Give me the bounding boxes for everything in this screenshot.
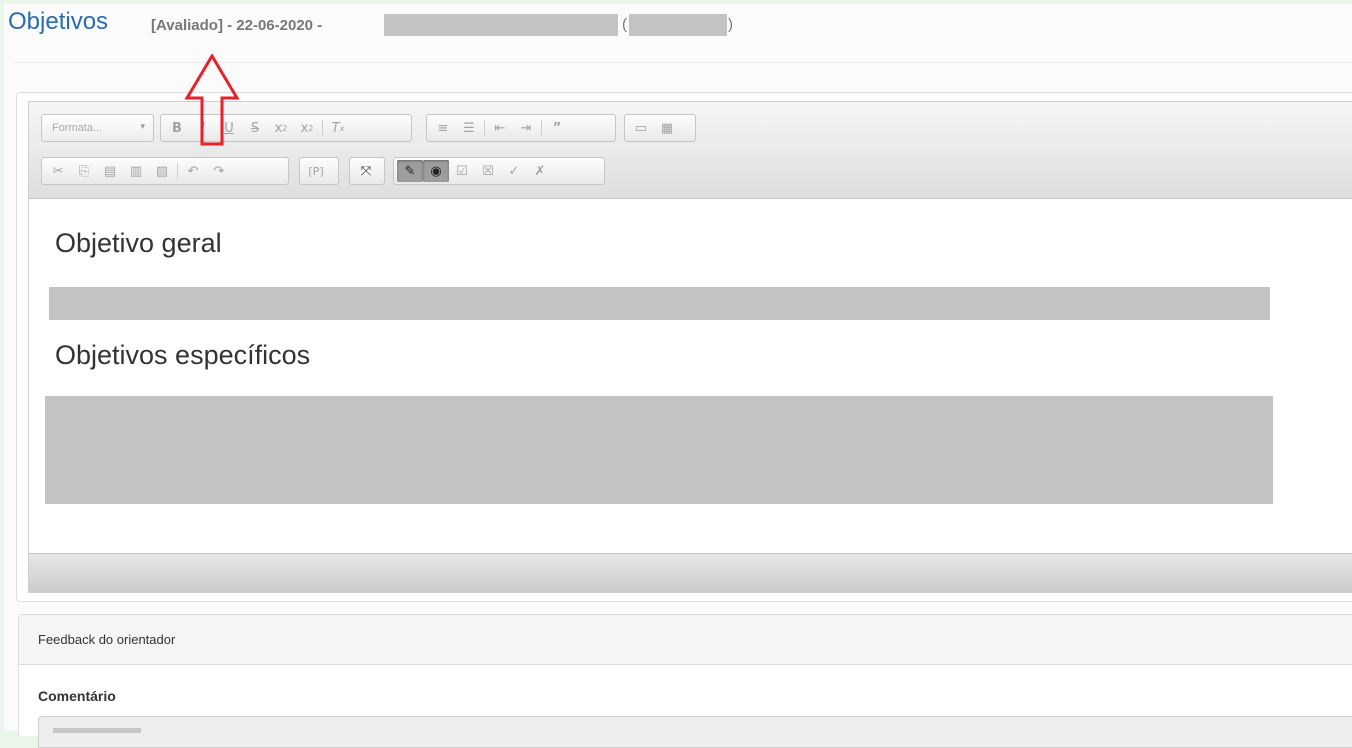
editor-statusbar (29, 553, 1352, 592)
format-select-label: Formata... (52, 122, 103, 134)
maximize-icon[interactable]: ⤧ (353, 160, 379, 182)
paste-text-icon[interactable]: ▥ (123, 160, 149, 182)
redacted-student-id (629, 14, 727, 36)
accept-all-icon[interactable]: ✓ (501, 160, 527, 182)
toolbar-group-tracking: ✎ ◉ ☑ ☒ ✓ ✗ (393, 157, 605, 185)
status-badge: [Avaliado] - 22-06-2020 - (151, 17, 323, 34)
page: Objetivos [Avaliado] - 22-06-2020 - ( ) … (4, 4, 1352, 748)
redacted-general-objective (49, 287, 1270, 320)
paste-icon[interactable]: ▤ (97, 160, 123, 182)
table-icon[interactable]: ▦ (654, 117, 680, 139)
rich-text-editor[interactable]: Formata... ▾ B I U S x2 x2 Tx ≡ ☰ ⇤ ⇥ ” … (28, 101, 1352, 593)
toolbar-group-paragraph: ≡ ☰ ⇤ ⇥ ” (426, 114, 616, 142)
feedback-panel: Feedback do orientador Comentário (18, 614, 1352, 748)
heading-objetivos-especificos: Objetivos específicos (55, 340, 311, 370)
strike-button[interactable]: S (242, 117, 268, 139)
show-changes-icon[interactable]: ◉ (423, 160, 449, 182)
cut-icon[interactable]: ✂ (45, 160, 71, 182)
blockquote-icon[interactable]: ” (544, 117, 570, 139)
feedback-panel-title: Feedback do orientador (19, 615, 1352, 665)
toolbar-separator (322, 120, 323, 136)
comment-label: Comentário (38, 688, 116, 704)
format-select[interactable]: Formata... ▾ (41, 114, 154, 142)
copy-icon[interactable]: ⎘ (71, 160, 97, 182)
toolbar-group-clipboard: ✂ ⎘ ▤ ▥ ▧ ↶ ↷ (41, 157, 289, 185)
paren-close: ) (728, 16, 733, 33)
undo-icon[interactable]: ↶ (180, 160, 206, 182)
paste-word-icon[interactable]: ▧ (149, 160, 175, 182)
toolbar-separator (177, 163, 178, 179)
chevron-down-icon: ▾ (140, 121, 145, 131)
annotation-arrow-icon (184, 54, 240, 146)
objectives-panel: Formata... ▾ B I U S x2 x2 Tx ≡ ☰ ⇤ ⇥ ” … (16, 92, 1352, 602)
comment-field[interactable] (38, 716, 1352, 748)
toolbar-separator (541, 120, 542, 136)
toolbar-separator (484, 120, 485, 136)
toolbar-group-styles: [P] (299, 157, 339, 185)
redacted-student-name (384, 14, 618, 36)
redacted-specific-objectives (45, 396, 1273, 504)
numbered-list-icon[interactable]: ≡ (430, 117, 456, 139)
outdent-icon[interactable]: ⇤ (487, 117, 513, 139)
superscript-button[interactable]: x2 (294, 117, 320, 139)
track-changes-icon[interactable]: ✎ (397, 160, 423, 182)
reject-change-icon[interactable]: ☒ (475, 160, 501, 182)
subscript-button[interactable]: x2 (268, 117, 294, 139)
paren-open: ( (622, 16, 627, 33)
page-title: Objetivos (8, 8, 109, 35)
editor-content[interactable]: Objetivo geral Objetivos específicos (29, 198, 1352, 551)
toolbar-group-tools: ⤧ (349, 157, 385, 185)
reject-all-icon[interactable]: ✗ (527, 160, 553, 182)
remove-format-button[interactable]: Tx (325, 117, 351, 139)
image-icon[interactable]: ▭ (628, 117, 654, 139)
accept-change-icon[interactable]: ☑ (449, 160, 475, 182)
show-blocks-button[interactable]: [P] (303, 160, 329, 182)
bulleted-list-icon[interactable]: ☰ (456, 117, 482, 139)
redo-icon[interactable]: ↷ (206, 160, 232, 182)
heading-objetivo-geral: Objetivo geral (55, 228, 222, 258)
toolbar-group-insert: ▭ ▦ (624, 114, 696, 142)
indent-icon[interactable]: ⇥ (513, 117, 539, 139)
